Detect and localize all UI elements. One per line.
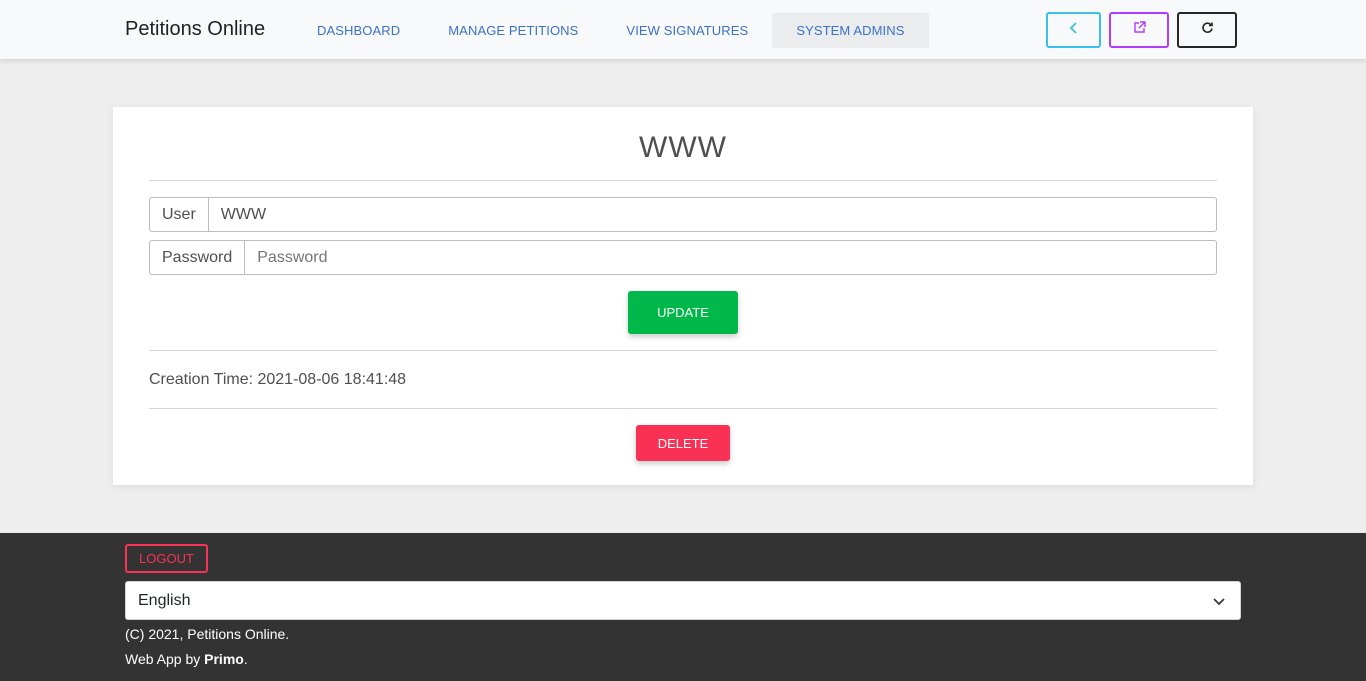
chevron-down-icon (1212, 594, 1226, 613)
nav-link-system-admins[interactable]: SYSTEM ADMINS (772, 13, 929, 48)
password-input-group: Password (149, 240, 1217, 275)
divider (149, 408, 1217, 409)
brand-title[interactable]: Petitions Online (125, 18, 265, 41)
logout-button[interactable]: LOGOUT (125, 544, 208, 573)
credit-name: Primo (204, 651, 244, 667)
top-navbar: Petitions Online DASHBOARD MANAGE PETITI… (0, 0, 1366, 59)
copyright-text: (C) 2021, Petitions Online. (125, 626, 290, 642)
nav-link-manage-petitions[interactable]: MANAGE PETITIONS (424, 13, 602, 48)
divider (149, 180, 1217, 181)
footer: LOGOUT English (C) 2021, Petitions Onlin… (0, 533, 1366, 681)
password-label: Password (150, 241, 246, 274)
user-label: User (150, 198, 209, 231)
reload-icon (1201, 21, 1214, 39)
chevron-left-icon (1069, 21, 1079, 39)
update-button[interactable]: UPDATE (628, 291, 738, 334)
user-input-group: User (149, 197, 1217, 232)
credit-text: Web App by Primo. (125, 651, 248, 667)
credit-suffix: . (243, 651, 248, 667)
nav-link-dashboard[interactable]: DASHBOARD (293, 13, 424, 48)
reload-button[interactable] (1177, 12, 1237, 48)
open-external-button[interactable] (1109, 12, 1169, 48)
language-select[interactable]: English (125, 581, 1241, 620)
password-input[interactable] (245, 241, 1216, 274)
back-button[interactable] (1046, 12, 1101, 48)
language-selected-value: English (138, 591, 191, 609)
admin-title: WWW (639, 131, 727, 164)
external-link-icon (1133, 21, 1146, 39)
admin-edit-card: WWW User Password UPDATE Creation Time: … (113, 107, 1253, 485)
creation-time: Creation Time: 2021-08-06 18:41:48 (149, 371, 407, 388)
nav-links: DASHBOARD MANAGE PETITIONS VIEW SIGNATUR… (293, 13, 929, 48)
credit-prefix: Web App by (125, 651, 205, 667)
user-input[interactable] (208, 198, 1216, 231)
nav-link-view-signatures[interactable]: VIEW SIGNATURES (602, 13, 772, 48)
divider (149, 350, 1217, 351)
delete-button[interactable]: DELETE (636, 425, 730, 461)
